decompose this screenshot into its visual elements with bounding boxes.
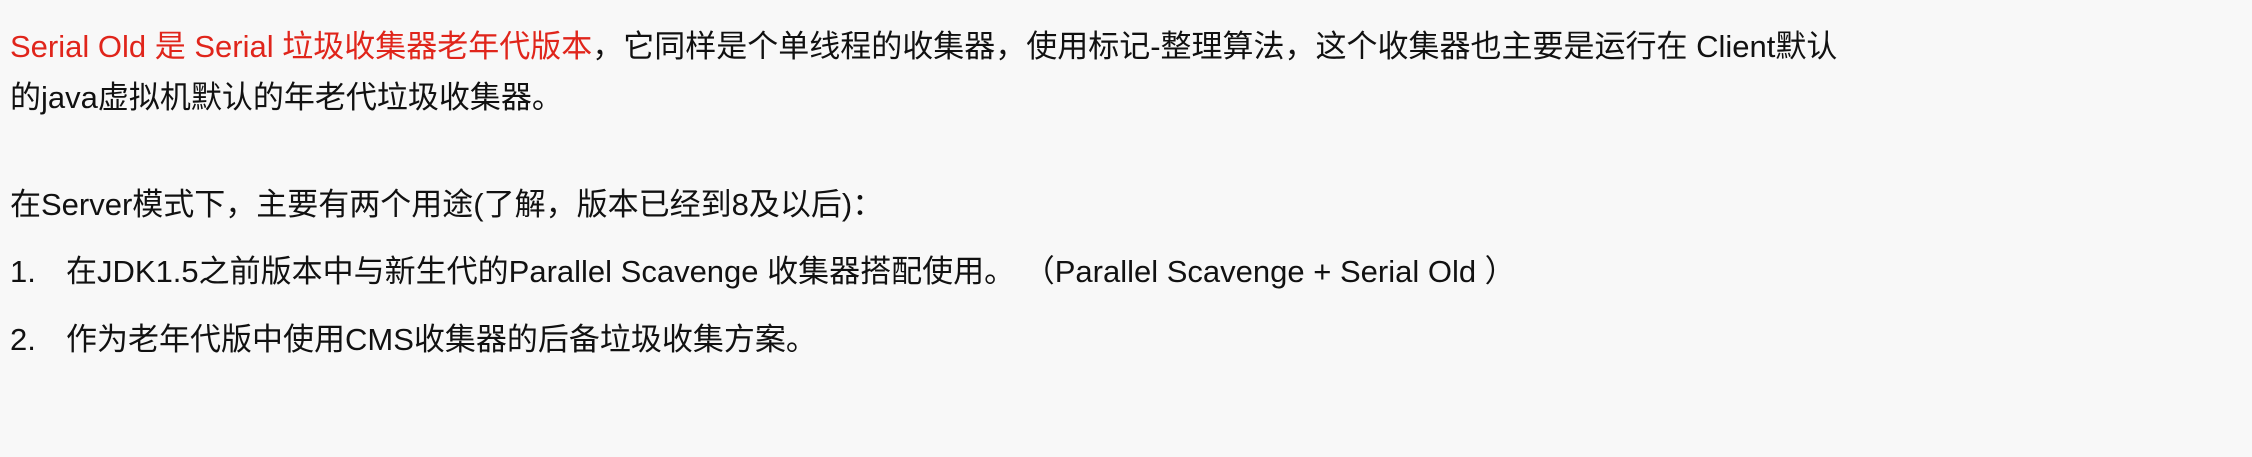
highlighted-text: Serial Old 是 Serial 垃圾收集器老年代版本 <box>10 29 593 64</box>
list-item: 1. 在JDK1.5之前版本中与新生代的Parallel Scavenge 收集器… <box>10 250 1516 294</box>
document: Serial Old 是 Serial 垃圾收集器老年代版本，它同样是个单线程的… <box>0 0 2252 457</box>
list-item-number: 1. <box>10 254 36 289</box>
list-item-text: 在JDK1.5之前版本中与新生代的Parallel Scavenge 收集器搭配… <box>66 254 1516 289</box>
list-item-text: 作为老年代版中使用CMS收集器的后备垃圾收集方案。 <box>66 322 817 357</box>
paragraph-1-text-continued: 的java虚拟机默认的年老代垃圾收集器。 <box>10 80 563 115</box>
paragraph-1-text: ，它同样是个单线程的收集器，使用标记-整理算法，这个收集器也主要是运行在 Cli… <box>592 29 1838 64</box>
paragraph-1-line-1: Serial Old 是 Serial 垃圾收集器老年代版本，它同样是个单线程的… <box>10 25 1837 69</box>
paragraph-2-text: 在Server模式下，主要有两个用途(了解，版本已经到8及以后)： <box>10 187 884 222</box>
paragraph-2: 在Server模式下，主要有两个用途(了解，版本已经到8及以后)： <box>10 183 883 227</box>
paragraph-1-line-2: 的java虚拟机默认的年老代垃圾收集器。 <box>10 76 563 120</box>
list-item-number: 2. <box>10 322 36 357</box>
list-item: 2. 作为老年代版中使用CMS收集器的后备垃圾收集方案。 <box>10 318 817 362</box>
